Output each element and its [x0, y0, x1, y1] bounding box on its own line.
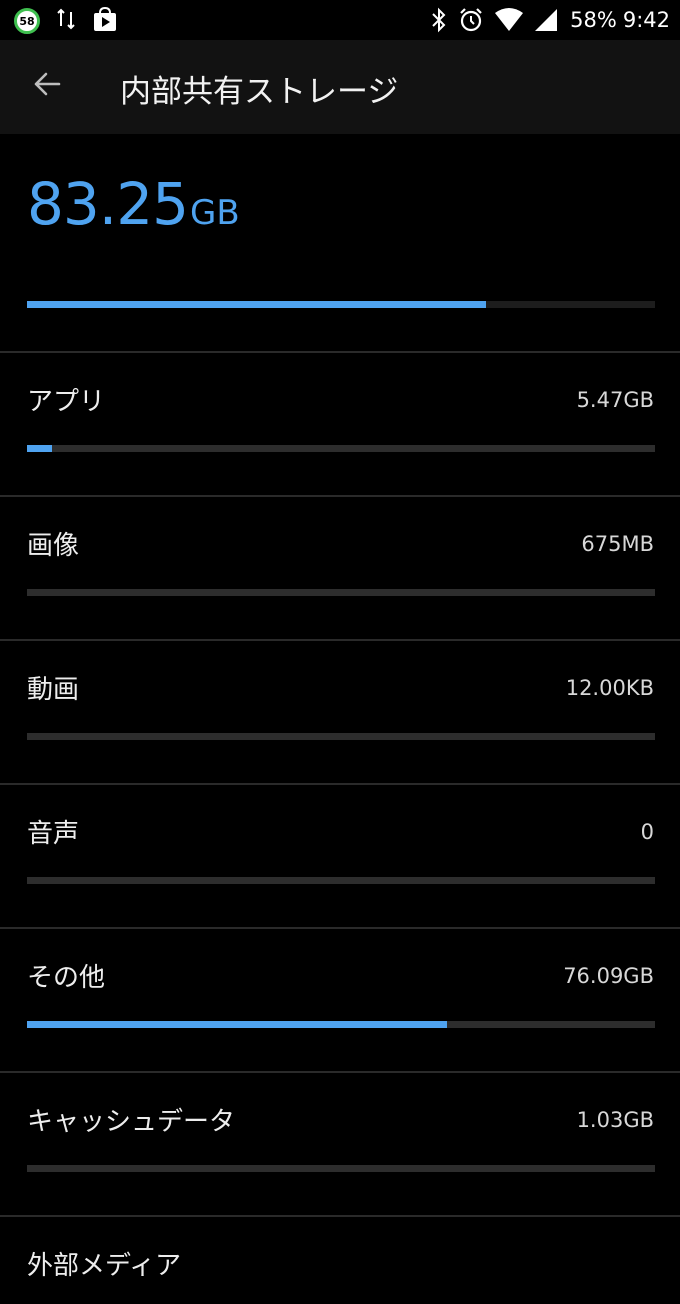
category-label: キャッシュデータ [27, 1107, 236, 1137]
category-usage-bar [27, 1165, 655, 1172]
category-row-apps[interactable]: アプリ 5.47GB [0, 353, 680, 497]
status-bar: 58 58% 9:42 [0, 0, 680, 40]
app-bar: 内部共有ストレージ [0, 40, 680, 134]
status-bar-right: 58% 9:42 [420, 4, 670, 36]
notification-badge-count: 58 [19, 14, 35, 28]
category-label: 画像 [27, 531, 80, 561]
category-size: 12.00KB [565, 676, 654, 700]
category-usage-bar [27, 445, 655, 452]
category-size: 76.09GB [563, 964, 654, 988]
external-media-label: 外部メディア [27, 1251, 182, 1281]
category-row-other[interactable]: その他 76.09GB [0, 929, 680, 1073]
category-usage-bar-fill [27, 445, 53, 452]
total-used-unit: GB [190, 193, 240, 233]
cell-signal-icon [534, 8, 558, 32]
category-usage-bar [27, 733, 655, 740]
total-used: 83.25GB [27, 170, 240, 238]
category-size: 5.47GB [576, 388, 654, 412]
category-label: その他 [27, 963, 106, 993]
total-used-value: 83.25 [27, 170, 189, 238]
category-row-audio[interactable]: 音声 0 [0, 785, 680, 929]
data-transfer-icon [56, 8, 76, 34]
external-media-row[interactable]: 外部メディア [0, 1217, 680, 1304]
storage-summary: 83.25GB [0, 134, 680, 352]
total-usage-bar [27, 301, 655, 308]
category-label: 動画 [27, 675, 80, 705]
category-usage-bar [27, 589, 655, 596]
back-button[interactable] [26, 65, 68, 107]
category-label: 音声 [27, 819, 80, 849]
clock: 9:42 [622, 8, 670, 32]
category-size: 1.03GB [576, 1108, 654, 1132]
total-usage-bar-fill [27, 301, 487, 308]
arrow-back-icon [32, 69, 62, 103]
alarm-icon [458, 7, 484, 33]
category-row-videos[interactable]: 動画 12.00KB [0, 641, 680, 785]
category-usage-bar [27, 877, 655, 884]
play-store-icon [92, 6, 118, 36]
status-bar-left: 58 [14, 6, 118, 36]
category-row-cache[interactable]: キャッシュデータ 1.03GB [0, 1073, 680, 1217]
category-size: 675MB [581, 532, 654, 556]
bluetooth-icon [430, 7, 448, 33]
category-usage-bar-fill [27, 1021, 448, 1028]
battery-percentage: 58% [570, 8, 617, 32]
wifi-icon [494, 8, 524, 32]
category-row-images[interactable]: 画像 675MB [0, 497, 680, 641]
category-usage-bar [27, 1021, 655, 1028]
category-label: アプリ [27, 387, 106, 417]
notification-badge: 58 [14, 8, 40, 34]
category-size: 0 [640, 820, 654, 844]
page-title: 内部共有ストレージ [120, 74, 399, 110]
